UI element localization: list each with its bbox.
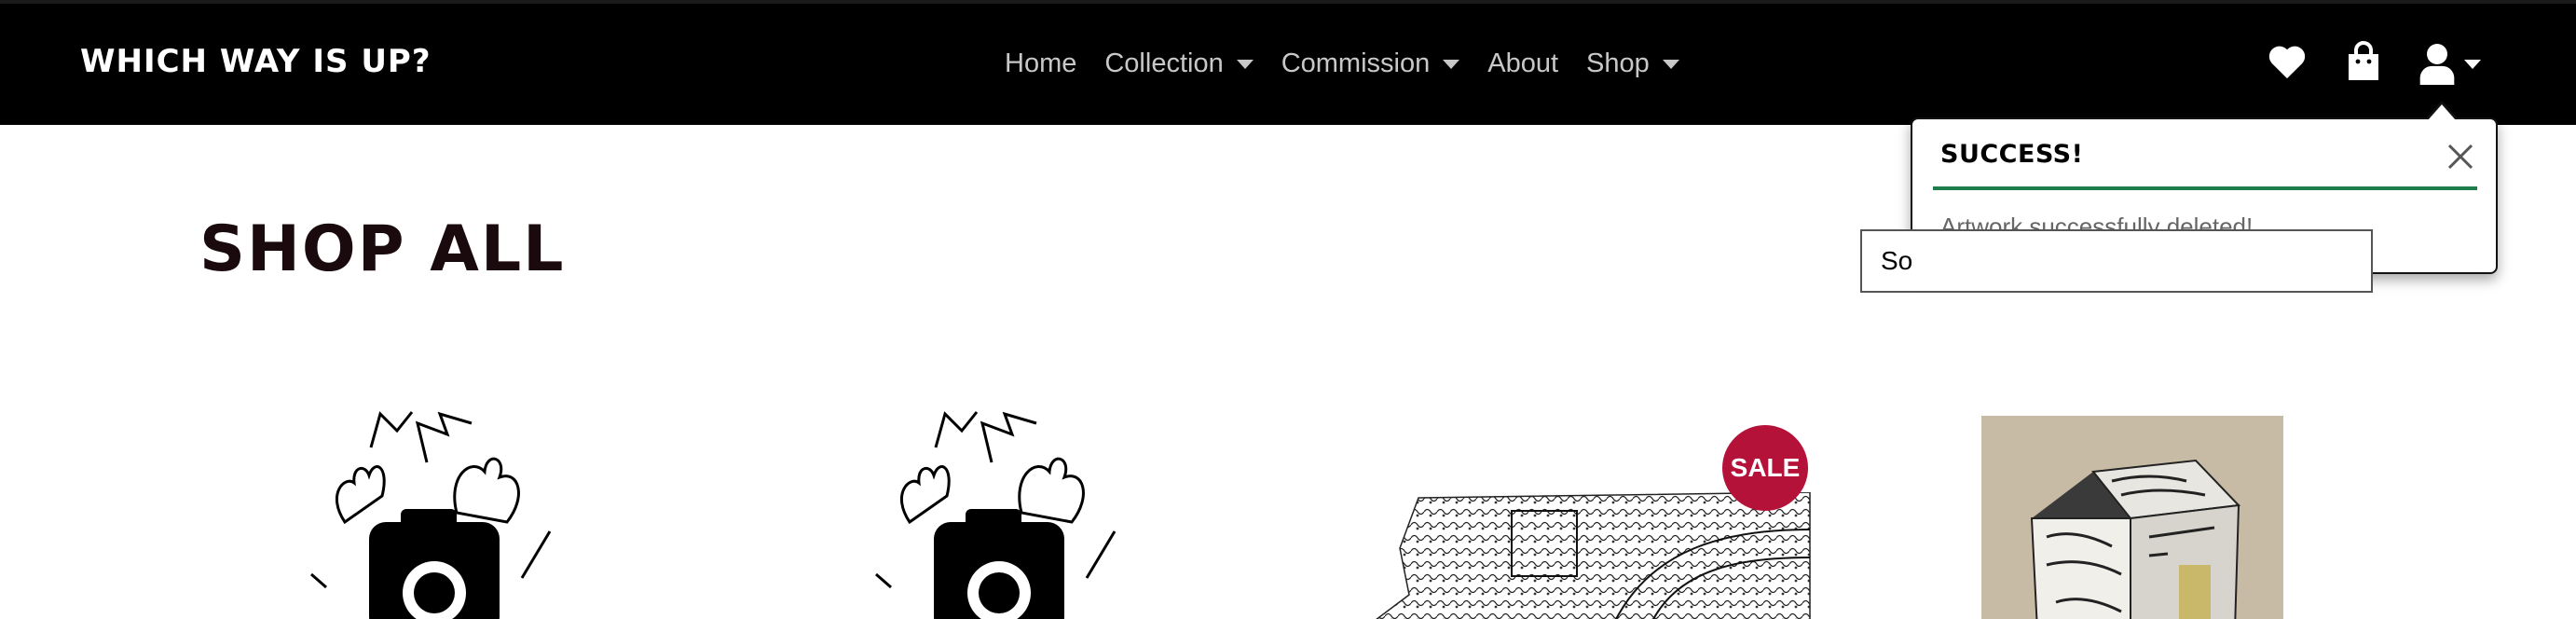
toast-arrow-fill bbox=[2428, 104, 2456, 120]
product-card[interactable] bbox=[872, 410, 1133, 619]
nav-shop-label: Shop bbox=[1586, 48, 1650, 78]
nav-about-label: About bbox=[1487, 48, 1559, 78]
no-image-placeholder-icon bbox=[875, 411, 1117, 619]
caret-down-icon bbox=[1662, 59, 1679, 69]
nav-links: Home Collection Commission About Shop bbox=[1005, 48, 1707, 79]
nav-collection-label: Collection bbox=[1104, 48, 1224, 78]
toast-title: SUCCESS! bbox=[1940, 140, 2084, 169]
nav-collection-dropdown[interactable]: Collection bbox=[1104, 48, 1254, 79]
close-icon[interactable] bbox=[2446, 142, 2475, 176]
caret-down-icon bbox=[2464, 59, 2481, 69]
shopping-bag-icon[interactable] bbox=[2345, 41, 2382, 87]
brand-logo-link[interactable]: WHICH WAY IS UP? bbox=[80, 43, 432, 80]
user-icon bbox=[2419, 43, 2455, 85]
nav-about[interactable]: About bbox=[1487, 48, 1558, 79]
nav-commission-dropdown[interactable]: Commission bbox=[1281, 48, 1460, 79]
user-menu-toggle[interactable] bbox=[2419, 43, 2481, 85]
product-card[interactable] bbox=[1372, 491, 1812, 619]
patterned-artwork bbox=[1376, 491, 1811, 619]
heart-icon[interactable] bbox=[2267, 43, 2308, 85]
product-card[interactable] bbox=[1981, 416, 2283, 619]
nav-home[interactable]: Home bbox=[1005, 48, 1076, 79]
nav-icons bbox=[2267, 41, 2518, 87]
product-card[interactable] bbox=[308, 410, 569, 619]
nav-shop-dropdown[interactable]: Shop bbox=[1586, 48, 1679, 79]
cube-artwork-photo bbox=[1981, 416, 2283, 619]
sort-select[interactable]: So bbox=[1860, 229, 2373, 293]
sort-select-value: So bbox=[1881, 246, 1913, 275]
page-title: SHOP ALL bbox=[199, 213, 566, 286]
caret-down-icon bbox=[1443, 59, 1460, 69]
sale-badge: SALE bbox=[1722, 425, 1808, 511]
no-image-placeholder-icon bbox=[310, 411, 552, 619]
caret-down-icon bbox=[1236, 59, 1254, 69]
toast-divider bbox=[1933, 186, 2477, 190]
navbar: WHICH WAY IS UP? Home Collection Commiss… bbox=[0, 0, 2576, 125]
nav-commission-label: Commission bbox=[1281, 48, 1431, 78]
nav-home-label: Home bbox=[1005, 48, 1077, 78]
